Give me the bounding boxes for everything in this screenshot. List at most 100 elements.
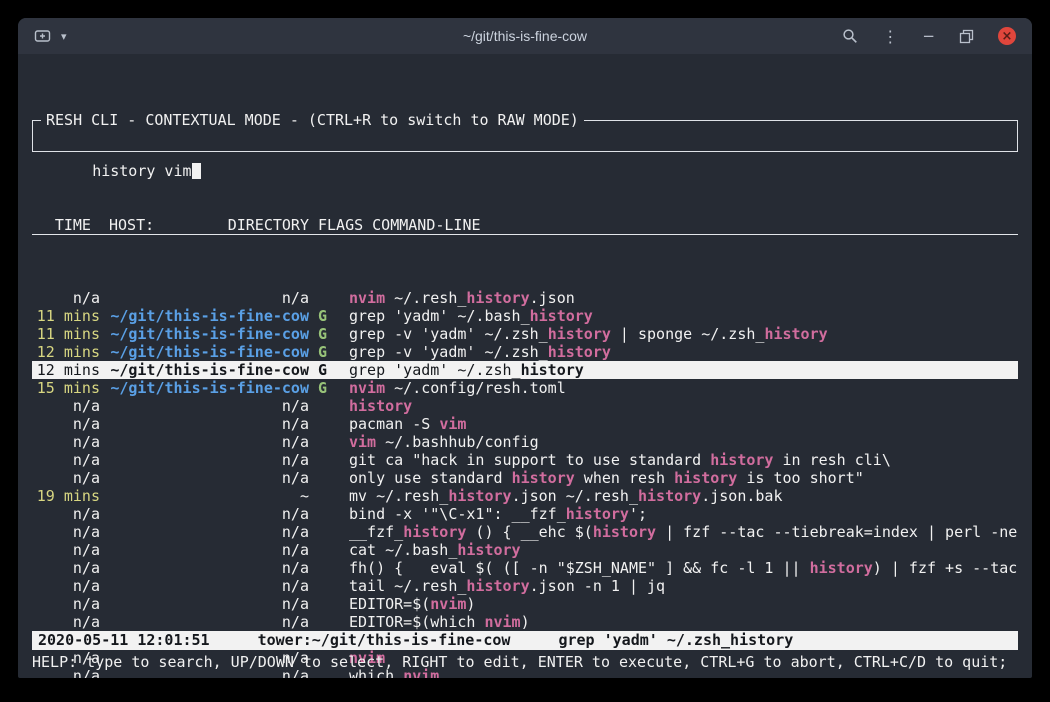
table-row[interactable]: n/an/avim ~/.bashhub/config [32,433,1018,451]
close-icon: × [1002,30,1013,43]
host-directory-cell: ~/git/this-is-fine-cow [109,325,309,343]
flags-cell: G [318,361,340,379]
restore-icon [959,29,974,44]
match-highlight: history [710,451,773,469]
command-text: tail ~/.resh_ [349,577,466,595]
history-table-body: n/an/anvim ~/.resh_history.json11 mins~/… [32,289,1018,678]
time-cell: n/a [32,613,100,631]
time-cell: n/a [32,595,100,613]
table-row[interactable]: 19 mins~mv ~/.resh_history.json ~/.resh_… [32,487,1018,505]
table-row[interactable]: 11 mins~/git/this-is-fine-cowGgrep -v 'y… [32,325,1018,343]
table-row[interactable]: 12 mins ~/git/this-is-fine-cow Ggrep 'yadm… [32,361,1018,379]
terminal-window: ▾ ~/git/this-is-fine-cow ⋮ − [18,18,1032,678]
menu-button[interactable]: ⋮ [882,27,898,46]
match-highlight: history [512,469,575,487]
time-cell: 11 mins [32,325,100,343]
time-cell: n/a [32,433,100,451]
match-highlight: history [638,487,701,505]
kebab-menu-icon: ⋮ [882,27,898,46]
command-text: grep 'yadm' ~/.zsh_ [349,361,521,379]
flags-cell [318,559,340,577]
match-highlight: vim [349,433,376,451]
time-cell: n/a [32,577,100,595]
flags-cell [318,415,340,433]
command-cell: grep 'yadm' ~/.zsh_history [349,361,1018,379]
flags-cell [318,505,340,523]
table-row[interactable]: n/an/aEDITOR=$(which nvim) [32,613,1018,631]
host-directory-cell: n/a [109,451,309,469]
flags-cell [318,451,340,469]
command-text: ) | fzf +s --tac [873,559,1018,577]
table-row[interactable]: n/a n/a git ca "hack in support to use sta… [32,451,1018,469]
table-row[interactable]: 15 mins~/git/this-is-fine-cowGnvim ~/.co… [32,379,1018,397]
table-row[interactable]: n/an/a__fzf_history () { __ehc $(history… [32,523,1018,541]
help-line: HELP: type to search, UP/DOWN to select,… [32,653,1018,672]
command-cell: EDITOR=$(nvim) [349,595,1018,613]
table-row[interactable]: n/an/apacman -S vim [32,415,1018,433]
table-row[interactable]: n/an/ahistory [32,397,1018,415]
flags-cell [318,523,340,541]
command-text: grep -v 'yadm' ~/.zsh_ [349,325,548,343]
table-row[interactable]: n/an/aonly use standard history when res… [32,469,1018,487]
flags-cell: G [318,307,340,325]
titlebar-right: ⋮ − × [842,27,1016,46]
flags-cell [318,397,340,415]
table-row[interactable]: n/an/aEDITOR=$(nvim) [32,595,1018,613]
host-directory-cell: ~/git/this-is-fine-cow [109,361,309,379]
minimize-button[interactable]: − [922,27,935,45]
command-text: ) [466,595,475,613]
new-tab-button[interactable] [34,28,51,44]
command-cell: mv ~/.resh_history.json ~/.resh_history.… [349,487,1018,505]
minimize-icon: − [922,27,935,45]
text-cursor [192,163,201,179]
match-highlight: history [810,559,873,577]
search-box[interactable]: RESH CLI - CONTEXTUAL MODE - (CTRL+R to … [32,120,1018,152]
search-input[interactable]: history vim [92,162,191,180]
close-button[interactable]: × [998,27,1016,45]
time-cell: 12 mins [32,361,100,379]
match-highlight: history [521,361,584,379]
command-text: ~/.resh_ [385,289,466,307]
table-row[interactable]: 11 mins~/git/this-is-fine-cowGgrep 'yadm… [32,307,1018,325]
titlebar: ▾ ~/git/this-is-fine-cow ⋮ − [18,18,1032,54]
host-directory-cell: n/a [109,541,309,559]
match-highlight: nvim [349,379,385,397]
time-cell: n/a [32,541,100,559]
command-cell: fh() { eval $( ([ -n "$ZSH_NAME" ] && fc… [349,559,1018,577]
table-row[interactable]: n/an/anvim ~/.resh_history.json [32,289,1018,307]
command-cell: nvim ~/.config/resh.toml [349,379,1018,397]
time-cell: 15 mins [32,379,100,397]
header-host: HOST: [109,216,154,234]
host-directory-cell: ~ [109,487,309,505]
table-row[interactable]: n/an/atail ~/.resh_history.json -n 1 | j… [32,577,1018,595]
command-cell: bind -x '"\C-x1": __fzf_history'; [349,505,1018,523]
command-text: '; [629,505,647,523]
restore-button[interactable] [959,29,974,44]
header-flags: FLAGS [318,216,363,234]
command-text: .json [530,289,575,307]
table-row[interactable]: n/an/acat ~/.bash_history [32,541,1018,559]
match-highlight: history [457,541,520,559]
command-cell: __fzf_history () { __ehc $(history | fzf… [349,523,1018,541]
time-cell: 12 mins [32,343,100,361]
match-highlight: history [466,577,529,595]
command-cell: grep -v 'yadm' ~/.zsh_history [349,343,1018,361]
command-cell: only use standard history when resh hist… [349,469,1018,487]
command-text: only use standard [349,469,512,487]
table-row[interactable]: 12 mins~/git/this-is-fine-cowGgrep -v 'y… [32,343,1018,361]
match-highlight: history [466,289,529,307]
command-text: () { __ehc $( [466,523,592,541]
match-highlight: history [566,505,629,523]
header-command: COMMAND-LINE [372,216,480,234]
command-text: .json ~/.resh_ [512,487,638,505]
status-location: tower:~/git/this-is-fine-cow [258,631,511,650]
command-text: git ca "hack in support to use standard [349,451,710,469]
tab-dropdown-button[interactable]: ▾ [61,30,67,43]
table-header: TIME HOST:DIRECTORY FLAGS COMMAND-LINE [32,216,1018,235]
search-button[interactable] [842,28,858,44]
flags-cell [318,469,340,487]
table-row[interactable]: n/an/afh() { eval $( ([ -n "$ZSH_NAME" ]… [32,559,1018,577]
header-directory: DIRECTORY [228,216,309,234]
table-row[interactable]: n/an/abind -x '"\C-x1": __fzf_history'; [32,505,1018,523]
time-cell: n/a [32,451,100,469]
